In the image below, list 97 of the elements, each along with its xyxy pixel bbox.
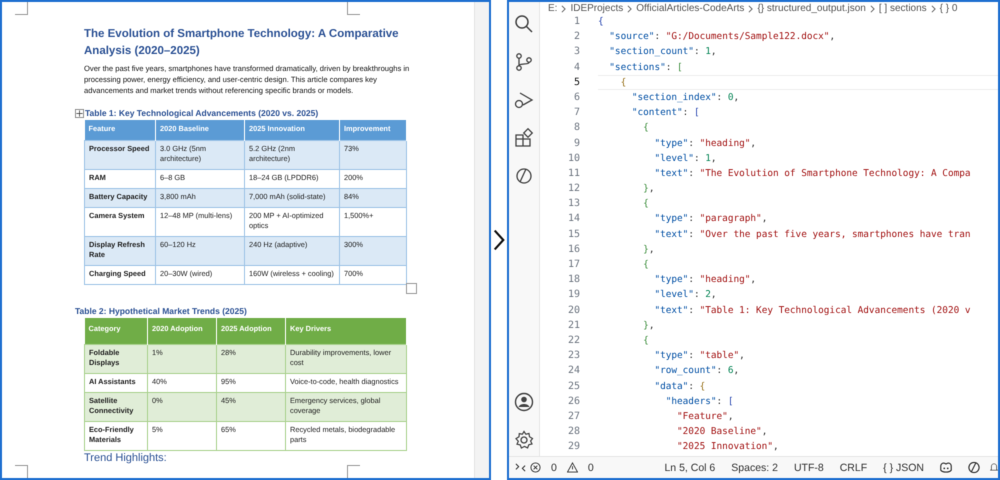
search-icon[interactable] [514, 14, 534, 34]
chevron-right-icon [493, 229, 505, 251]
indentation-setting[interactable]: Spaces: 2 [725, 462, 784, 474]
error-count[interactable]: 0 [545, 462, 563, 474]
code-line: "section_index": 0, [630, 90, 740, 105]
code-line: "type": "table", [653, 349, 746, 364]
corner-mark-icon [347, 2, 360, 15]
line-number: 20 [566, 304, 581, 318]
line-number: 25 [566, 380, 581, 394]
line-number: 7 [572, 106, 581, 120]
warning-count[interactable]: 0 [582, 462, 600, 474]
line-number: 4 [572, 60, 581, 75]
code-line: "Feature", [676, 410, 734, 424]
bell-icon[interactable] [990, 462, 998, 473]
breadcrumb-item[interactable]: OfficialArticles-CodeArts [636, 4, 744, 14]
cursor-position[interactable]: Ln 5, Col 6 [658, 462, 722, 474]
extensions-icon[interactable] [514, 128, 534, 148]
language-mode[interactable]: { } JSON [877, 462, 930, 474]
code-line: "content": [ [630, 106, 701, 120]
code-line: "type": "heading", [653, 136, 758, 150]
scrollbar-track[interactable] [474, 2, 489, 478]
line-number: 12 [566, 182, 581, 196]
chevron-icon [870, 5, 875, 13]
breadcrumb-item[interactable]: [ ] sections [878, 4, 927, 14]
account-icon[interactable] [514, 392, 534, 412]
remote-icon[interactable] [515, 462, 526, 473]
line-number: 10 [566, 152, 581, 166]
branch-icon[interactable] [514, 52, 534, 72]
move-handle-icon[interactable] [75, 108, 84, 118]
code-line: "level": 1, [653, 152, 718, 166]
code-line: { [598, 15, 605, 29]
section-heading: Trend Highlights: [84, 452, 168, 464]
breadcrumb-item[interactable]: E: [548, 4, 558, 14]
code-line: "type": "paragraph", [653, 212, 768, 226]
code-line: { [598, 74, 998, 90]
line-number: 9 [572, 136, 581, 150]
line-number: 6 [572, 90, 581, 105]
line-number: 15 [566, 228, 581, 242]
code-line: "sections": [ [608, 60, 684, 75]
line-number: 1 [572, 15, 581, 29]
code-line: "source": "G:/Documents/Sample122.docx", [608, 30, 836, 44]
code-line: "text": "Over the past five years, smartphones have tran [653, 228, 972, 242]
line-number: 16 [566, 242, 581, 257]
line-number: 14 [566, 212, 581, 226]
line-number: 23 [566, 349, 581, 364]
code-line: "row_count": 6, [653, 364, 740, 378]
code-line: "text": "Table 1: Key Technological Advancements (2020 v [653, 304, 972, 318]
line-number: 29 [566, 440, 581, 454]
table-caption: Table 1: Key Technological Advancements (2020 vs. 2025) [85, 108, 318, 118]
breadcrumb-item[interactable]: IDEProjects [570, 4, 624, 14]
line-number: 22 [566, 334, 581, 348]
line-number: 13 [566, 197, 581, 212]
warning-icon[interactable] [566, 462, 578, 473]
table-caption: Table 2: Hypothetical Market Trends (2025) [75, 306, 247, 316]
line-number: 28 [566, 425, 581, 440]
chevron-icon [930, 5, 936, 13]
settings-icon[interactable] [514, 430, 534, 450]
resize-handle-icon[interactable] [406, 283, 417, 294]
encoding-setting[interactable]: UTF-8 [788, 462, 830, 474]
line-number: 8 [572, 121, 581, 136]
line-number: 2 [572, 30, 581, 44]
line-number: 5 [572, 76, 581, 90]
code-line: }, [642, 182, 656, 196]
code-line: { [642, 334, 650, 348]
line-number: 27 [566, 410, 581, 424]
line-number: 26 [566, 394, 581, 409]
line-number: 17 [566, 258, 581, 272]
code-line: { [642, 258, 650, 272]
code-line: "data": { [653, 380, 706, 394]
line-number: 3 [572, 45, 581, 60]
document-title: The Evolution of Smartphone Technology: A Comparative Analysis (2020–2025) [84, 27, 400, 59]
code-line: "text": "The Evolution of Smartphone Technology: A Compa [653, 166, 972, 181]
line-number: 18 [566, 273, 581, 288]
chevron-icon [561, 5, 566, 13]
code-line: }, [642, 242, 656, 257]
chevron-icon [748, 5, 754, 13]
line-ending-setting[interactable]: CRLF [834, 462, 874, 474]
code-line: "level": 2, [653, 288, 718, 302]
breadcrumb-item[interactable]: {} structured_output.json [757, 4, 866, 14]
code-line: { [642, 121, 650, 136]
code-line: }, [642, 318, 656, 333]
code-line: "headers": [ [664, 394, 734, 409]
line-number: 11 [566, 166, 581, 181]
corner-mark-icon [15, 465, 28, 478]
code-line: "type": "heading", [653, 273, 758, 288]
code-line: "section_count": 1, [608, 45, 718, 60]
chevron-icon [627, 5, 632, 13]
corner-mark-icon [15, 2, 28, 15]
line-number: 21 [566, 318, 581, 333]
code-line: "2025 Innovation", [676, 440, 780, 454]
breadcrumb-item[interactable]: { } 0 [940, 4, 958, 14]
line-number: 24 [566, 364, 581, 378]
line-number: 19 [566, 288, 581, 302]
code-line: { [642, 197, 650, 212]
error-icon[interactable] [530, 462, 541, 473]
corner-mark-icon [347, 465, 360, 478]
code-line: "2020 Baseline", [676, 425, 768, 440]
